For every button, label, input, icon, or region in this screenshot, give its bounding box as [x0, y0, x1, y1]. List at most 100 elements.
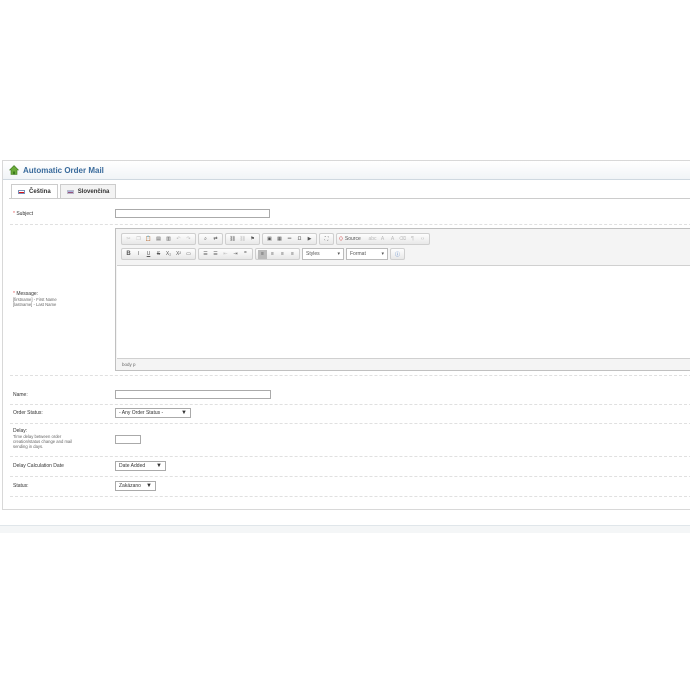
- subject-label-text: Subject: [16, 211, 34, 217]
- bold-icon[interactable]: B: [124, 250, 133, 259]
- numbered-list-icon[interactable]: ☰: [201, 250, 210, 259]
- toolbar-group-align: ≡ ≡ ≡ ≡: [255, 248, 300, 260]
- order-status-select[interactable]: - Any Order Status - ▼: [115, 408, 191, 418]
- styles-dropdown[interactable]: Styles ▾: [302, 248, 344, 260]
- chevron-down-icon: ▾: [381, 251, 384, 257]
- spellcheck-icon[interactable]: abc: [368, 235, 377, 244]
- show-blocks-icon[interactable]: ¶: [408, 235, 417, 244]
- superscript-icon[interactable]: X²: [174, 250, 183, 259]
- anchor-icon[interactable]: ⚑: [248, 235, 257, 244]
- styles-label: Styles: [306, 251, 320, 257]
- toolbar-group-about: ⓘ: [390, 248, 405, 260]
- panel-title: Automatic Order Mail: [23, 165, 104, 175]
- about-icon[interactable]: ⓘ: [393, 250, 402, 259]
- tab-cestina[interactable]: Čeština: [11, 184, 58, 199]
- image-icon[interactable]: ▣: [265, 235, 274, 244]
- home-icon: [9, 165, 19, 175]
- row-divider: [10, 476, 690, 477]
- source-label: Source: [344, 236, 361, 242]
- undo-icon[interactable]: ↶: [174, 235, 183, 244]
- unlink-icon[interactable]: ⛓: [238, 235, 247, 244]
- delay-calc-select[interactable]: Date Added ▼: [115, 461, 166, 471]
- chevron-down-icon: ▼: [156, 463, 162, 469]
- editor-toolbar-row-2: B I U S X₂ X² ▭ ☰ ☰ ⇤ ⇥ ❞ ≡ ≡ ≡ ≡ Styles…: [118, 247, 690, 261]
- align-justify-icon[interactable]: ≡: [288, 250, 297, 259]
- align-left-icon[interactable]: ≡: [258, 249, 267, 259]
- delay-hint-3: sending in days.: [13, 444, 44, 449]
- underline-icon[interactable]: U: [144, 250, 153, 259]
- chevron-down-icon: ▼: [146, 483, 152, 489]
- paste-text-icon[interactable]: ▤: [154, 235, 163, 244]
- strikethrough-icon[interactable]: S: [154, 250, 163, 259]
- format-label: Format: [350, 251, 366, 257]
- required-marker: *: [13, 211, 15, 217]
- table-icon[interactable]: ▦: [275, 235, 284, 244]
- status-select[interactable]: Zakázano ▼: [115, 481, 156, 491]
- subject-input[interactable]: [115, 209, 270, 218]
- delay-calc-value: Date Added: [119, 463, 146, 469]
- horizontal-rule-icon[interactable]: ═: [285, 235, 294, 244]
- indent-icon[interactable]: ⇥: [231, 250, 240, 259]
- source-button[interactable]: ⟨⟩ Source: [339, 235, 367, 244]
- bulleted-list-icon[interactable]: ☰: [211, 250, 220, 259]
- paste-icon[interactable]: 📋: [144, 235, 153, 244]
- outdent-icon[interactable]: ⇤: [221, 250, 230, 259]
- chevron-down-icon: ▼: [181, 410, 187, 416]
- name-label: Name:: [13, 392, 28, 398]
- editor-path-bar: body p: [122, 362, 136, 367]
- toolbar-group-insert: ▣ ▦ ═ Ω ▶: [262, 233, 317, 245]
- automatic-order-mail-panel: Automatic Order Mail Čeština Slovenčina …: [2, 160, 690, 510]
- tab-slovencina[interactable]: Slovenčina: [59, 184, 117, 198]
- link-icon[interactable]: ⛓: [228, 235, 237, 244]
- blockquote-icon[interactable]: ❞: [241, 250, 250, 259]
- status-label: Status:: [13, 483, 29, 489]
- name-input[interactable]: [115, 390, 271, 399]
- rich-text-editor: ✂ ❐ 📋 ▤ ▥ ↶ ↷ ⌕ ⇄ ⛓ ⛓ ⚑ ▣ ▦ ═ Ω ▶ ⛶ ⟨⟩ S…: [115, 228, 690, 371]
- redo-icon[interactable]: ↷: [184, 235, 193, 244]
- text-color-icon[interactable]: A: [378, 235, 387, 244]
- row-divider: [10, 224, 690, 225]
- special-char-icon[interactable]: Ω: [295, 235, 304, 244]
- row-divider: [10, 423, 690, 424]
- delay-input[interactable]: [115, 435, 141, 444]
- page-footer-strip: [0, 525, 690, 533]
- align-center-icon[interactable]: ≡: [268, 250, 277, 259]
- copy-icon[interactable]: ❐: [134, 235, 143, 244]
- subscript-icon[interactable]: X₂: [164, 250, 173, 259]
- youtube-icon[interactable]: ▶: [305, 235, 314, 244]
- find-icon[interactable]: ⌕: [201, 235, 210, 244]
- editor-toolbar-row-1: ✂ ❐ 📋 ▤ ▥ ↶ ↷ ⌕ ⇄ ⛓ ⛓ ⚑ ▣ ▦ ═ Ω ▶ ⛶ ⟨⟩ S…: [118, 232, 690, 246]
- toolbar-group-clipboard: ✂ ❐ 📋 ▤ ▥ ↶ ↷: [121, 233, 196, 245]
- slovak-flag-icon: [66, 189, 74, 194]
- editor-content-area[interactable]: [117, 265, 690, 359]
- message-label: * Message: [firstname] - First Name [las…: [13, 291, 57, 307]
- tab-label: Čeština: [29, 189, 51, 195]
- iframe-icon[interactable]: ‹›: [418, 235, 427, 244]
- align-right-icon[interactable]: ≡: [278, 250, 287, 259]
- bg-color-icon[interactable]: A: [388, 235, 397, 244]
- toolbar-group-maximize: ⛶: [319, 233, 334, 245]
- italic-icon[interactable]: I: [134, 250, 143, 259]
- message-hint-lastname: [lastname] - Last Name: [13, 302, 57, 307]
- maximize-icon[interactable]: ⛶: [322, 235, 331, 244]
- toolbar-group-links: ⛓ ⛓ ⚑: [225, 233, 260, 245]
- remove-format-icon[interactable]: ⌫: [398, 235, 407, 244]
- tab-label: Slovenčina: [77, 188, 110, 195]
- replace-icon[interactable]: ⇄: [211, 235, 220, 244]
- row-divider: [10, 456, 690, 457]
- tab-divider: [9, 198, 690, 199]
- toolbar-group-lists: ☰ ☰ ⇤ ⇥ ❞: [198, 248, 253, 260]
- toolbar-group-find: ⌕ ⇄: [198, 233, 223, 245]
- paste-word-icon[interactable]: ▥: [164, 235, 173, 244]
- format-dropdown[interactable]: Format ▾: [346, 248, 388, 260]
- czech-flag-icon: [18, 190, 25, 194]
- delay-calc-label: Delay Calculation Date: [13, 463, 64, 469]
- subject-label: * Subject: [13, 211, 33, 217]
- panel-header: Automatic Order Mail: [3, 161, 690, 180]
- row-divider: [10, 496, 690, 497]
- status-value: Zakázano: [119, 483, 141, 489]
- cut-icon[interactable]: ✂: [124, 235, 133, 244]
- chevron-down-icon: ▾: [337, 251, 340, 257]
- image-button-icon[interactable]: ▭: [184, 250, 193, 259]
- order-status-label: Order Status:: [13, 410, 43, 416]
